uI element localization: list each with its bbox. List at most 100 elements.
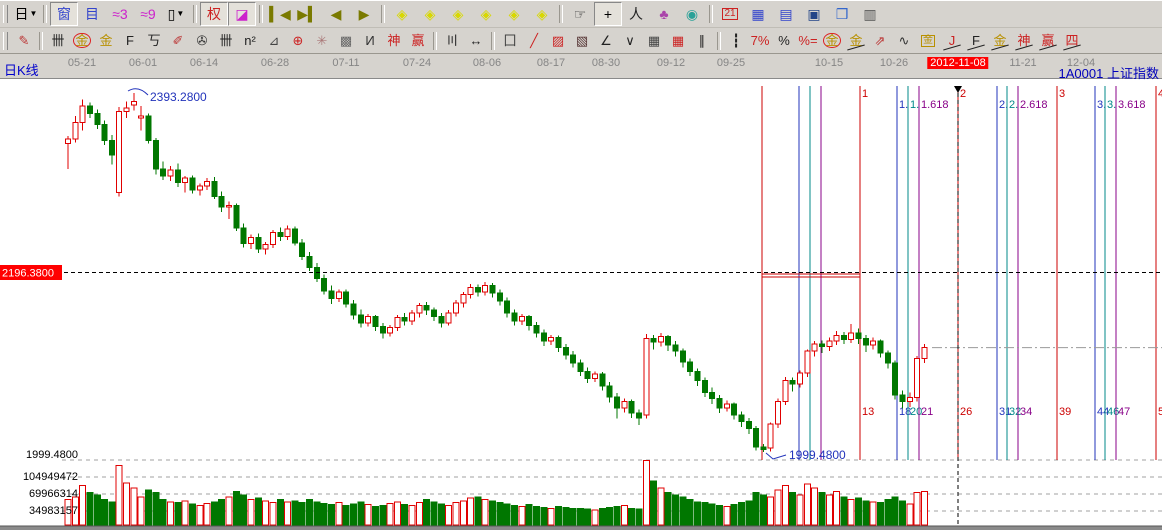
volume-bar bbox=[657, 487, 665, 526]
grid-red-icon[interactable]: ▦ bbox=[666, 29, 690, 52]
jump-expand-diamond-icon[interactable]: ◈ bbox=[472, 2, 500, 26]
percent-levels-icon[interactable]: %= bbox=[796, 29, 820, 52]
v-lines-icon[interactable]: ∨ bbox=[618, 29, 642, 52]
box-tool-icon[interactable]: 囗 bbox=[498, 29, 522, 52]
stock-app-window: { "app": { "period_label": "日K线", "symbo… bbox=[0, 0, 1162, 530]
box-pattern-icon[interactable]: ▩ bbox=[334, 29, 358, 52]
n2-icon[interactable]: n² bbox=[238, 29, 262, 52]
gann-box-icon[interactable]: ▨ bbox=[546, 29, 570, 52]
candle-body bbox=[299, 242, 306, 257]
parallel-lines-icon[interactable]: ∥ bbox=[690, 29, 714, 52]
rocket-ruler-icon[interactable]: ✐ bbox=[166, 29, 190, 52]
shen-slash-icon[interactable]: 神 bbox=[1012, 29, 1036, 52]
kwave-icon[interactable]: И bbox=[358, 29, 382, 52]
wave-tool-icon[interactable]: ∿ bbox=[892, 29, 916, 52]
zoom-window-icon[interactable]: 窗 bbox=[50, 2, 78, 26]
volume-bar bbox=[584, 508, 592, 526]
nav-last-icon[interactable]: ▶▍ bbox=[294, 2, 322, 26]
volume-bar bbox=[93, 494, 101, 526]
abacus-icon[interactable]: 〣 bbox=[440, 29, 464, 52]
volume-bar bbox=[393, 501, 401, 526]
fib-top-label: 2. bbox=[1009, 99, 1018, 111]
crosshair-tool-icon[interactable]: + bbox=[594, 2, 622, 26]
gold-slash-icon[interactable]: 金 bbox=[988, 29, 1012, 52]
nav-first-icon[interactable]: ▍◀ bbox=[266, 2, 294, 26]
jump-updown-diamond-icon[interactable]: ◈ bbox=[528, 2, 556, 26]
gold-ruler-icon[interactable]: 金 bbox=[94, 29, 118, 52]
candle-body bbox=[877, 340, 884, 354]
volume-bar bbox=[920, 491, 928, 526]
calendar-icon[interactable]: 21 bbox=[716, 2, 744, 26]
chart-area[interactable]: 1 13 1. 18 1. 20 1.618 21 2 26 2. 31 2. 32 2.618 34 3 39 3… bbox=[0, 79, 1162, 530]
jump-cross-diamond-icon[interactable]: ◈ bbox=[500, 2, 528, 26]
nav-next-icon[interactable]: ▶ bbox=[350, 2, 378, 26]
percent-icon[interactable]: % bbox=[772, 29, 796, 52]
jump-lr-diamond-icon-glyph: ◈ bbox=[452, 6, 464, 22]
gold-box-icon[interactable]: 金 bbox=[916, 29, 940, 52]
ying-icon[interactable]: 赢 bbox=[406, 29, 430, 52]
jump-lr-diamond-icon[interactable]: ◈ bbox=[444, 2, 472, 26]
notes-icon[interactable]: ▤ bbox=[772, 2, 800, 26]
percent-line-icon[interactable]: 7% bbox=[748, 29, 772, 52]
calculator-icon-glyph: ▦ bbox=[751, 6, 765, 22]
nav-prev-icon[interactable]: ◀ bbox=[322, 2, 350, 26]
volume-bar bbox=[218, 498, 226, 526]
mark-person-icon[interactable]: 人 bbox=[622, 2, 650, 26]
spiral-ruler-icon[interactable]: 丂 bbox=[142, 29, 166, 52]
windows-icon[interactable]: ❒ bbox=[828, 2, 856, 26]
ruler-hash-icon[interactable]: 卌 bbox=[46, 29, 70, 52]
brain-mark-icon[interactable]: ◉ bbox=[678, 2, 706, 26]
fan-lines-icon[interactable]: ╱ bbox=[522, 29, 546, 52]
flower-mark-icon[interactable]: ♣ bbox=[650, 2, 678, 26]
minute3-wave-icon[interactable]: ≈3 bbox=[106, 2, 134, 26]
gold-circle2-icon[interactable]: 金 bbox=[820, 29, 844, 52]
circle-cross-icon[interactable]: ⊕ bbox=[286, 29, 310, 52]
minute9-wave-icon[interactable]: ≈9 bbox=[134, 2, 162, 26]
candle-body bbox=[789, 379, 796, 385]
width-arrows-icon[interactable]: ↔ bbox=[464, 29, 488, 52]
f-slash-icon[interactable]: F bbox=[964, 29, 988, 52]
measure-ruler-icon-glyph: ┇ bbox=[732, 33, 740, 48]
long-rocket-icon[interactable]: ⇗ bbox=[868, 29, 892, 52]
info-list-icon[interactable]: 目 bbox=[78, 2, 106, 26]
f-ruler-icon[interactable]: F bbox=[118, 29, 142, 52]
angle-lines-icon[interactable]: ∠ bbox=[594, 29, 618, 52]
volume-bar bbox=[262, 500, 270, 526]
volume-bar bbox=[452, 502, 460, 526]
restore-rights-icon[interactable]: 权 bbox=[200, 2, 228, 26]
jump-left-diamond-icon[interactable]: ◈ bbox=[388, 2, 416, 26]
jump-right-diamond-icon[interactable]: ◈ bbox=[416, 2, 444, 26]
grid-icon[interactable]: ▦ bbox=[642, 29, 666, 52]
gold-circle-icon[interactable]: 金 bbox=[70, 29, 94, 52]
toolbar-grip[interactable] bbox=[3, 31, 8, 50]
measure-ruler-icon[interactable]: ┇ bbox=[724, 29, 748, 52]
si-slash-icon[interactable]: 四 bbox=[1060, 29, 1084, 52]
gold-levels-icon[interactable]: 金 bbox=[844, 29, 868, 52]
save-icon[interactable]: ▣ bbox=[800, 2, 828, 26]
color-chart-icon[interactable]: ◪ bbox=[228, 2, 256, 26]
draw-pen-icon[interactable]: ✎ bbox=[12, 29, 36, 52]
hand-tool-icon[interactable]: ☞ bbox=[566, 2, 594, 26]
candle-style-button[interactable]: ▯ ▼ bbox=[162, 2, 190, 26]
toolbar-grip[interactable] bbox=[3, 5, 8, 23]
star-icon[interactable]: ✳ bbox=[310, 29, 334, 52]
candle-body bbox=[826, 340, 833, 348]
volume-bar bbox=[532, 505, 540, 526]
ying-slash-icon[interactable]: 赢 bbox=[1036, 29, 1060, 52]
compass-icon[interactable]: ✇ bbox=[190, 29, 214, 52]
volume-bar bbox=[613, 505, 621, 526]
volume-bar bbox=[328, 504, 336, 526]
flag-icon[interactable]: ⊿ bbox=[262, 29, 286, 52]
candle-body bbox=[423, 305, 430, 311]
j-slash-icon[interactable]: J bbox=[940, 29, 964, 52]
gann-box2-icon[interactable]: ▧ bbox=[570, 29, 594, 52]
calculator-icon[interactable]: ▦ bbox=[744, 2, 772, 26]
candle-body bbox=[387, 327, 394, 334]
volume-bar bbox=[291, 500, 299, 526]
period-day-button[interactable]: 日 ▼ bbox=[12, 2, 40, 26]
chart-canvas[interactable]: 1131.181.201.618212262.312.322.618343393… bbox=[0, 79, 1162, 530]
hash2-ruler-icon[interactable]: 卌 bbox=[214, 29, 238, 52]
system-icon[interactable]: ▥ bbox=[856, 2, 884, 26]
shen-icon[interactable]: 神 bbox=[382, 29, 406, 52]
candle-body bbox=[335, 291, 342, 299]
